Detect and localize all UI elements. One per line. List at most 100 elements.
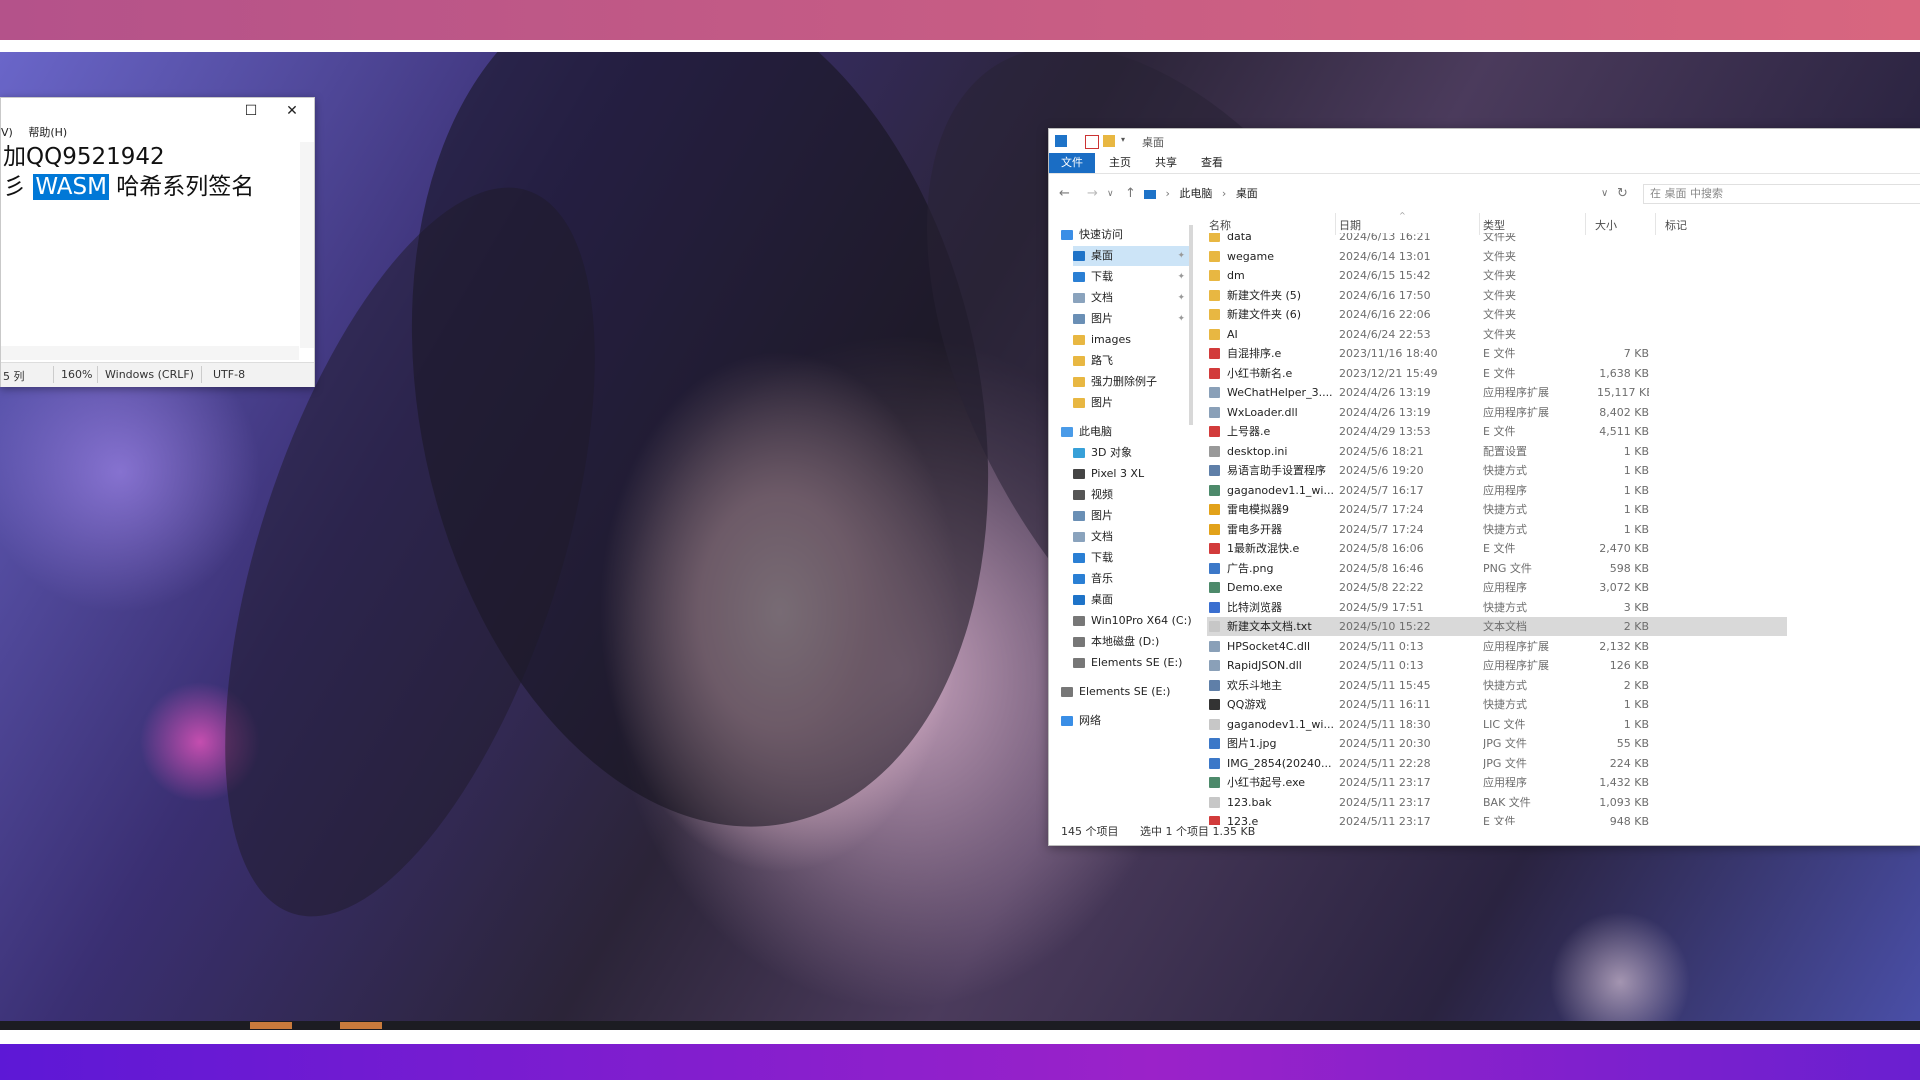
column-header-name[interactable]: 名称: [1209, 217, 1231, 233]
file-row[interactable]: 新建文本文档.txt 2024/5/10 15:22 文本文档 2 KB: [1207, 617, 1787, 636]
column-divider[interactable]: [1585, 213, 1586, 235]
breadcrumb-desktop[interactable]: 桌面: [1236, 187, 1258, 200]
navigation-scrollbar[interactable]: [1189, 225, 1193, 425]
sidebar-item[interactable]: 本地磁盘 (D:): [1073, 632, 1189, 652]
menu-item-view[interactable]: V): [1, 126, 13, 139]
column-header-type[interactable]: 类型: [1483, 217, 1505, 233]
sidebar-item[interactable]: 强力删除例子: [1073, 372, 1189, 392]
sidebar-item[interactable]: Win10Pro X64 (C:): [1073, 611, 1192, 631]
quick-access-dropdown-icon[interactable]: ▾: [1121, 135, 1133, 147]
file-row[interactable]: RapidJSON.dll 2024/5/11 0:13 应用程序扩展 126 KB: [1207, 656, 1787, 675]
picture-icon: [1073, 314, 1085, 324]
column-divider[interactable]: [1479, 213, 1480, 235]
column-divider[interactable]: [1335, 213, 1336, 235]
file-row[interactable]: 自混排序.e 2023/11/16 18:40 E 文件 7 KB: [1207, 344, 1787, 363]
file-row[interactable]: 雷电模拟器9 2024/5/7 17:24 快捷方式 1 KB: [1207, 500, 1787, 519]
file-row[interactable]: AI 2024/6/24 22:53 文件夹: [1207, 325, 1787, 344]
sidebar-item[interactable]: 图片: [1073, 393, 1189, 413]
column-header-size[interactable]: 大小: [1595, 217, 1617, 233]
file-row[interactable]: 123.e 2024/5/11 23:17 E 文件 948 KB: [1207, 812, 1787, 825]
tab-share[interactable]: 共享: [1143, 153, 1189, 173]
notepad-text-area[interactable]: 加QQ9521942 彡 WASM 哈希系列签名: [1, 142, 299, 346]
file-row[interactable]: QQ游戏 2024/5/11 16:11 快捷方式 1 KB: [1207, 695, 1787, 714]
file-row[interactable]: 上号器.e 2024/4/29 13:53 E 文件 4,511 KB: [1207, 422, 1787, 441]
file-name: 广告.png: [1227, 561, 1274, 575]
sidebar-item[interactable]: 视频: [1073, 485, 1189, 505]
sidebar-item[interactable]: 3D 对象: [1073, 443, 1189, 463]
taskbar-app-indicator[interactable]: [250, 1022, 292, 1029]
file-row[interactable]: 新建文件夹 (6) 2024/6/16 22:06 文件夹: [1207, 305, 1787, 324]
sidebar-item[interactable]: images: [1073, 330, 1189, 350]
file-row[interactable]: gaganodev1.1_wi... 2024/5/11 18:30 LIC 文件 1…: [1207, 715, 1787, 734]
file-explorer-window[interactable]: ▾ 桌面 文件 主页 共享 查看 ← → ∨ ↑ › 此电脑 › 桌面 ∨ ↻ …: [1048, 128, 1920, 846]
file-row[interactable]: data 2024/6/13 16:21 文件夹: [1207, 233, 1787, 246]
file-icon: [1209, 757, 1220, 769]
tab-file[interactable]: 文件: [1049, 153, 1095, 173]
sidebar-item[interactable]: Elements SE (E:): [1061, 682, 1189, 702]
sidebar-item[interactable]: 音乐: [1073, 569, 1189, 589]
taskbar-app-indicator[interactable]: [340, 1022, 382, 1029]
file-row[interactable]: WeChatHelper_3.... 2024/4/26 13:19 应用程序扩展 1…: [1207, 383, 1787, 402]
sidebar-item[interactable]: 下载: [1073, 548, 1189, 568]
file-row[interactable]: IMG_2854(20240... 2024/5/11 22:28 JPG 文件 22…: [1207, 754, 1787, 773]
file-row[interactable]: 图片1.jpg 2024/5/11 20:30 JPG 文件 55 KB: [1207, 734, 1787, 753]
file-row[interactable]: 雷电多开器 2024/5/7 17:24 快捷方式 1 KB: [1207, 520, 1787, 539]
address-dropdown-icon[interactable]: ∨: [1601, 188, 1608, 199]
file-row[interactable]: 1最新改混快.e 2024/5/8 16:06 E 文件 2,470 KB: [1207, 539, 1787, 558]
file-date: 2024/5/11 23:17: [1339, 795, 1431, 809]
column-header-tags[interactable]: 标记: [1665, 217, 1687, 233]
file-row[interactable]: HPSocket4C.dll 2024/5/11 0:13 应用程序扩展 2,132 …: [1207, 637, 1787, 656]
file-row[interactable]: 欢乐斗地主 2024/5/11 15:45 快捷方式 2 KB: [1207, 676, 1787, 695]
sidebar-item[interactable]: 网络: [1061, 711, 1189, 731]
file-row[interactable]: 小红书起号.exe 2024/5/11 23:17 应用程序 1,432 KB: [1207, 773, 1787, 792]
sidebar-item[interactable]: 桌面: [1073, 590, 1189, 610]
sidebar-item[interactable]: Elements SE (E:): [1073, 653, 1189, 673]
tab-home[interactable]: 主页: [1097, 153, 1143, 173]
close-button[interactable]: ✕: [280, 101, 304, 121]
sidebar-item[interactable]: 文档 ✦: [1073, 288, 1189, 308]
column-divider[interactable]: [1655, 213, 1656, 235]
search-input[interactable]: 在 桌面 中搜索: [1643, 184, 1920, 204]
sidebar-item[interactable]: 文档: [1073, 527, 1189, 547]
explorer-titlebar[interactable]: ▾ 桌面: [1049, 129, 1920, 153]
file-row[interactable]: 比特浏览器 2024/5/9 17:51 快捷方式 3 KB: [1207, 598, 1787, 617]
file-row[interactable]: 123.bak 2024/5/11 23:17 BAK 文件 1,093 KB: [1207, 793, 1787, 812]
file-row[interactable]: desktop.ini 2024/5/6 18:21 配置设置 1 KB: [1207, 442, 1787, 461]
sidebar-item[interactable]: 下载 ✦: [1073, 267, 1189, 287]
horizontal-scrollbar[interactable]: [1, 346, 299, 360]
properties-icon[interactable]: [1085, 135, 1099, 149]
breadcrumb-this-pc[interactable]: 此电脑: [1179, 187, 1212, 200]
file-row[interactable]: gaganodev1.1_wi... 2024/5/7 16:17 应用程序 1 KB: [1207, 481, 1787, 500]
maximize-button[interactable]: ☐: [239, 101, 263, 121]
sidebar-item[interactable]: Pixel 3 XL: [1073, 464, 1189, 484]
up-icon[interactable]: ↑: [1125, 186, 1136, 201]
file-row[interactable]: 新建文件夹 (5) 2024/6/16 17:50 文件夹: [1207, 286, 1787, 305]
sidebar-item[interactable]: 快速访问: [1061, 225, 1189, 245]
new-folder-icon[interactable]: [1103, 135, 1115, 147]
file-row[interactable]: WxLoader.dll 2024/4/26 13:19 应用程序扩展 8,402 K…: [1207, 403, 1787, 422]
desktop-icon: [1073, 251, 1085, 261]
file-row[interactable]: wegame 2024/6/14 13:01 文件夹: [1207, 247, 1787, 266]
forward-icon[interactable]: →: [1087, 186, 1098, 201]
sidebar-item[interactable]: 图片 ✦: [1073, 309, 1189, 329]
vertical-scrollbar[interactable]: [300, 142, 314, 348]
file-icon: [1209, 465, 1220, 476]
file-row[interactable]: dm 2024/6/15 15:42 文件夹: [1207, 266, 1787, 285]
file-row[interactable]: 小红书新名.e 2023/12/21 15:49 E 文件 1,638 KB: [1207, 364, 1787, 383]
sidebar-item-label: 图片: [1091, 396, 1113, 409]
column-header-date[interactable]: 日期: [1339, 217, 1361, 233]
notepad-window[interactable]: ☐ ✕ V) 帮助(H) 加QQ9521942 彡 WASM 哈希系列签名 5 …: [0, 97, 315, 387]
file-row[interactable]: Demo.exe 2024/5/8 22:22 应用程序 3,072 KB: [1207, 578, 1787, 597]
recent-dropdown-icon[interactable]: ∨: [1107, 189, 1114, 199]
refresh-icon[interactable]: ↻: [1617, 186, 1628, 201]
back-icon[interactable]: ←: [1059, 186, 1070, 201]
file-row[interactable]: 广告.png 2024/5/8 16:46 PNG 文件 598 KB: [1207, 559, 1787, 578]
sidebar-item[interactable]: 此电脑: [1061, 422, 1189, 442]
tab-view[interactable]: 查看: [1189, 153, 1235, 173]
sidebar-item[interactable]: 路飞: [1073, 351, 1189, 371]
sidebar-item[interactable]: 桌面 ✦: [1073, 246, 1189, 266]
menu-item-help[interactable]: 帮助(H): [28, 126, 67, 139]
sidebar-item[interactable]: 图片: [1073, 506, 1189, 526]
notepad-titlebar[interactable]: ☐ ✕: [1, 98, 314, 124]
file-row[interactable]: 易语言助手设置程序 2024/5/6 19:20 快捷方式 1 KB: [1207, 461, 1787, 480]
